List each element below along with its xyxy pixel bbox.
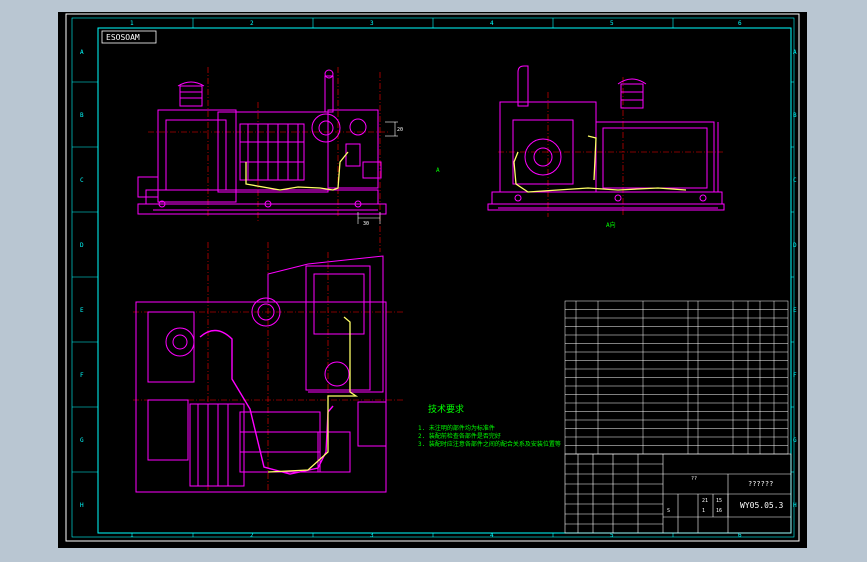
drawing-number: WY05.05.3 (740, 501, 784, 510)
cad-drawing: 1 2 3 4 5 6 1 2 3 4 5 6 A B C D E F G H … (65, 13, 800, 542)
notes-line: 2. 装配前检查各部件是否完好 (418, 432, 501, 440)
zone-letter: C (80, 177, 84, 184)
drawing-name: ?????? (748, 480, 773, 488)
sheet-mark: 1 (702, 508, 705, 514)
notes-line: 1. 未注明的部件均为标准件 (418, 424, 495, 432)
zone-letter: B (80, 112, 84, 119)
zone-letter: H (80, 502, 84, 509)
zone-number: 3 (370, 532, 374, 539)
zone-number: 6 (738, 20, 742, 27)
dimension-label: 20 (397, 127, 403, 133)
side-view-a[interactable]: A向 (487, 65, 725, 229)
zone-letter: A (793, 49, 797, 56)
zone-letter: F (793, 372, 797, 379)
top-view[interactable] (133, 242, 403, 493)
zone-number: 1 (130, 20, 134, 27)
zone-letters-right: A B C D E F G H (793, 49, 797, 509)
notes-title: 技术要求 (428, 403, 464, 415)
dimension-label: 30 (363, 221, 369, 227)
zone-letter: D (793, 242, 797, 249)
outer-border (65, 13, 800, 542)
notes-line: 3. 装配时应注意各部件之间的配合关系及安装位置等 (418, 440, 561, 448)
drawing-code-box: ESOSOAM (101, 30, 157, 44)
zone-letter: C (793, 177, 797, 184)
cad-viewport[interactable]: 1 2 3 4 5 6 1 2 3 4 5 6 A B C D E F G H … (58, 12, 807, 548)
parts-list[interactable] (564, 300, 789, 455)
sheet-mark: 15 (716, 498, 722, 504)
drawing-code: ESOSOAM (106, 33, 140, 42)
zone-letter: E (80, 307, 84, 314)
zone-letter: E (793, 307, 797, 314)
zone-number: 4 (490, 532, 494, 539)
view-marker-a: A (436, 167, 440, 174)
zone-letter: B (793, 112, 797, 119)
fuel-pipe (267, 316, 359, 473)
sheet-mark: 21 (702, 498, 708, 504)
zone-letter: G (793, 437, 797, 444)
front-view-outline (137, 69, 387, 215)
zone-number: 3 (370, 20, 374, 27)
zone-letter: F (80, 372, 84, 379)
zone-number: 4 (490, 20, 494, 27)
view-label-a: A向 (606, 221, 616, 229)
title-block[interactable]: ?????? WY05.05.3 ?? S 1 16 21 15 (564, 453, 792, 534)
zone-number: 1 (130, 532, 134, 539)
fuel-pipe (587, 135, 597, 181)
title-block-grid (564, 453, 792, 534)
zone-letter: A (80, 49, 84, 56)
scale-label: ?? (691, 476, 697, 482)
fuel-pipe (513, 151, 687, 193)
zone-number: 2 (250, 20, 254, 27)
zone-letter: H (793, 502, 797, 509)
sheet-mark: 16 (716, 508, 722, 514)
zone-numbers-top: 1 2 3 4 5 6 (130, 20, 742, 27)
front-view[interactable]: 30 20 (137, 67, 403, 252)
zone-letter: D (80, 242, 84, 249)
zone-letters-left: A B C D E F G H (80, 49, 84, 509)
zone-number: 5 (610, 20, 614, 27)
center-lines (498, 77, 723, 217)
technical-notes: 技术要求 1. 未注明的部件均为标准件 2. 装配前检查各部件是否完好 3. 装… (418, 403, 561, 448)
zone-letter: G (80, 437, 84, 444)
fuel-pipe (245, 151, 349, 191)
zone-number: 2 (250, 532, 254, 539)
sheet-mark: S (667, 508, 670, 514)
